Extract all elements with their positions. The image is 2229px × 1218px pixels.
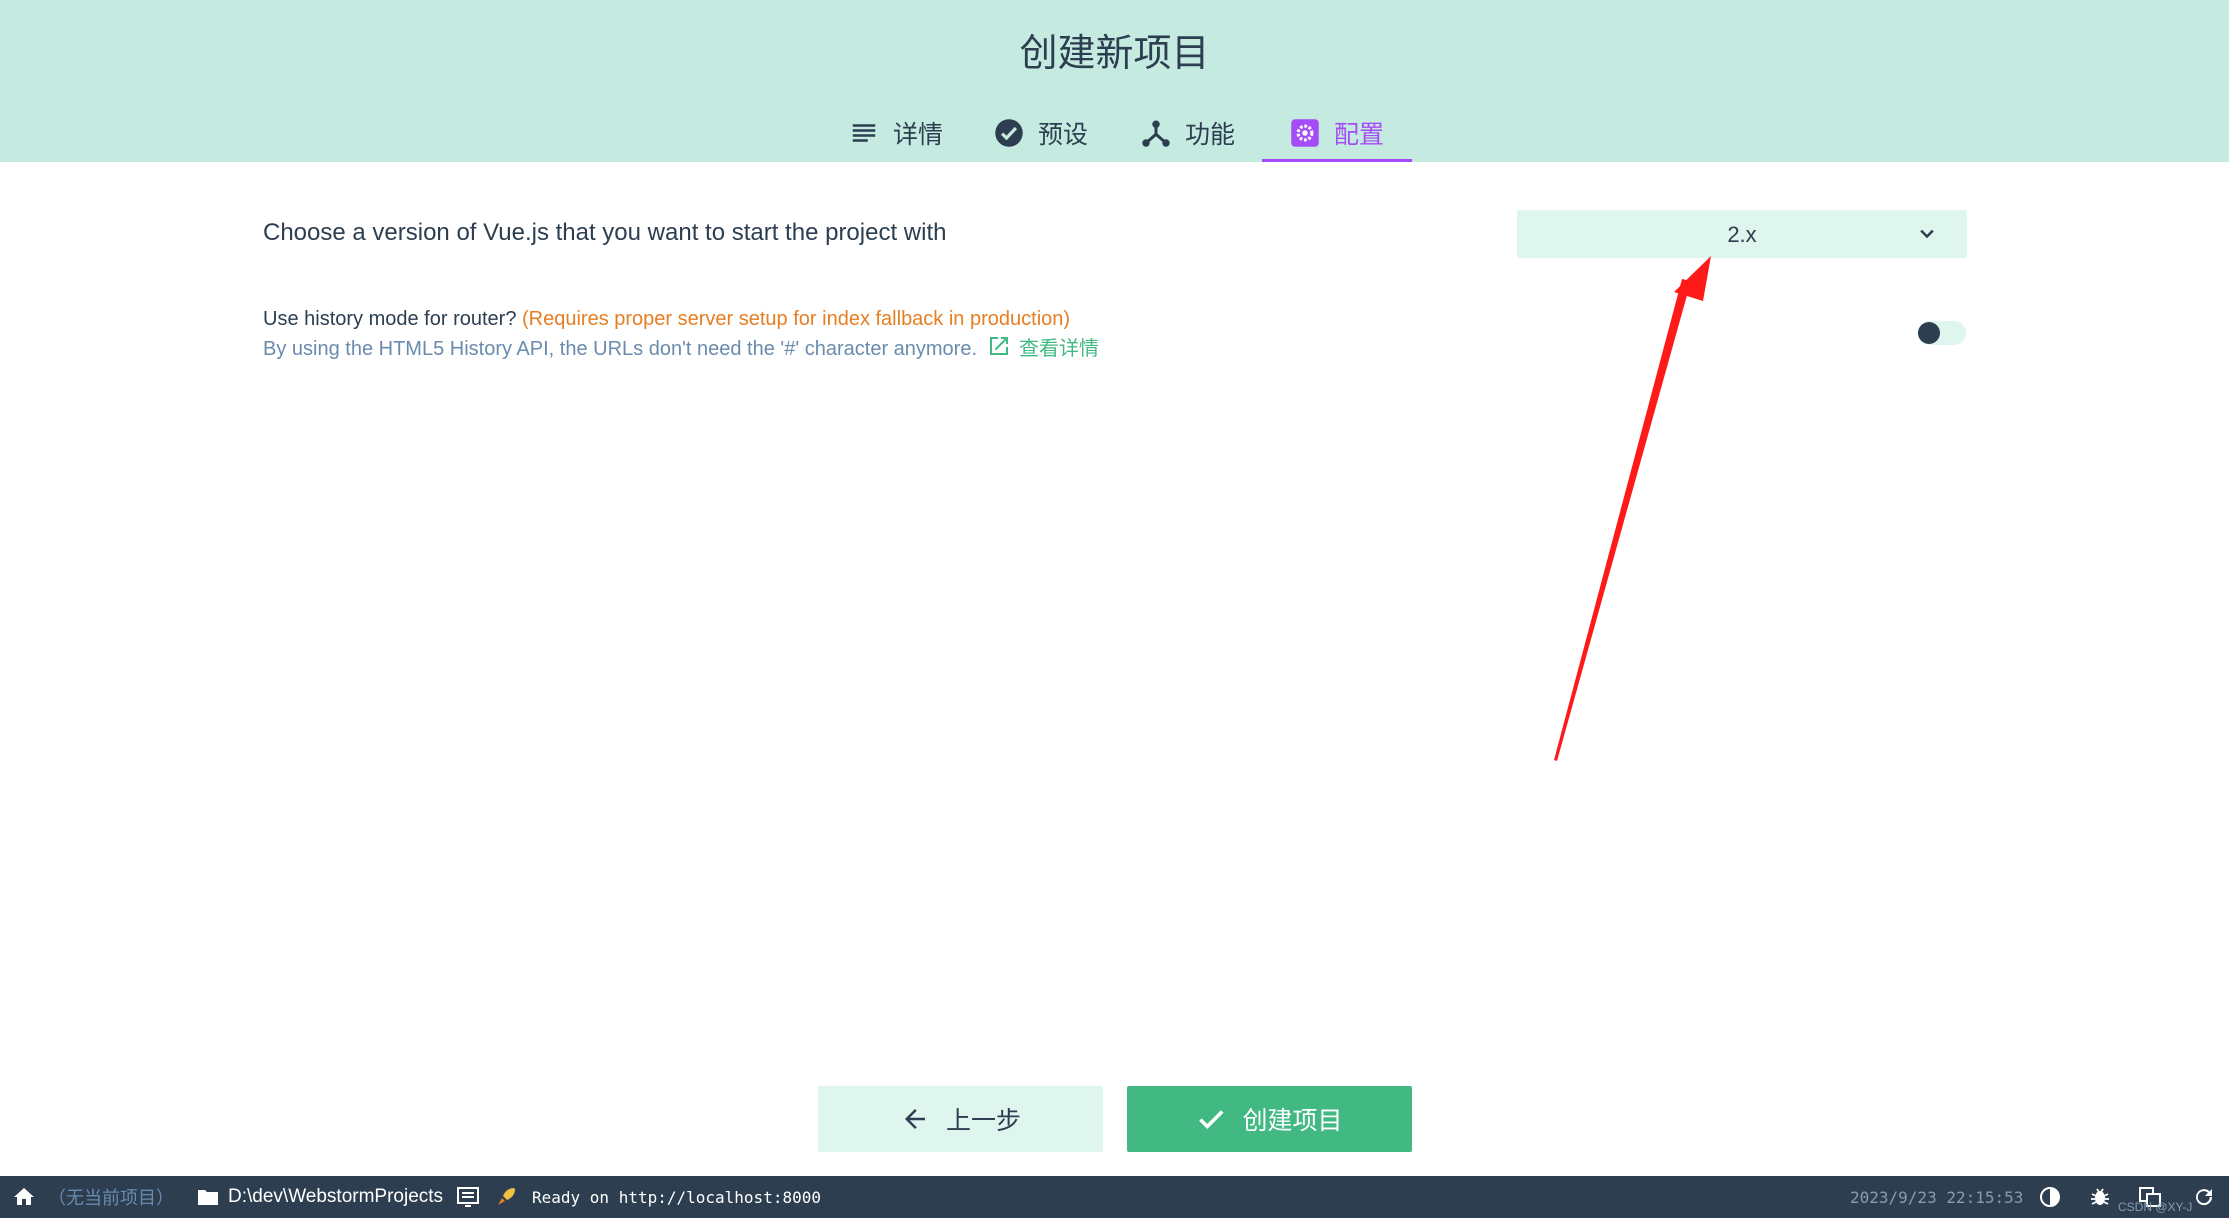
tab-features[interactable]: 功能 [1141, 104, 1235, 162]
refresh-button[interactable] [2192, 1176, 2216, 1218]
tab-features-label: 功能 [1185, 120, 1236, 149]
console-icon [457, 1187, 479, 1207]
contrast-icon [2040, 1187, 2060, 1207]
datetime-display: 2023/9/23 22:15:53 [1850, 1187, 2024, 1207]
vue-version-select[interactable]: 2.x [1517, 210, 1967, 258]
cwd-button[interactable]: D:\dev\WebstormProjects [196, 1176, 443, 1218]
report-bug-button[interactable] [2088, 1176, 2112, 1218]
tab-presets[interactable]: 预设 [994, 104, 1088, 162]
previous-step-label: 上一步 [945, 1106, 1021, 1135]
vue-version-label: Choose a version of Vue.js that you want… [263, 219, 947, 246]
tab-presets-label: 预设 [1038, 120, 1089, 149]
tab-details-label: 详情 [893, 120, 944, 149]
cwd-path: D:\dev\WebstormProjects [228, 1186, 444, 1207]
log-status[interactable]: Ready on http://localhost:8000 [456, 1176, 821, 1218]
fork-icon [1142, 120, 1170, 147]
external-link-icon [990, 337, 1009, 355]
check-icon [1199, 1110, 1224, 1129]
history-mode-warning: (Requires proper server setup for index … [522, 308, 1071, 330]
chevron-down-icon [1920, 229, 1934, 239]
rocket-icon [498, 1188, 515, 1205]
tab-config-label: 配置 [1334, 120, 1385, 149]
history-mode-option: Use history mode for router? (Requires p… [263, 304, 1099, 364]
tab-details[interactable]: 详情 [849, 104, 943, 162]
page-title: 创建新项目 [1019, 31, 1210, 75]
gear-box-icon [1291, 119, 1319, 147]
toggle-knob [1918, 322, 1940, 344]
annotation-arrow [1554, 256, 1711, 761]
folder-icon [198, 1190, 218, 1205]
refresh-icon [2196, 1189, 2213, 1206]
create-project-label: 创建项目 [1242, 1106, 1343, 1135]
page-header: 创建新项目 详情 预设 功能 配置 [0, 0, 2229, 162]
history-mode-description: By using the HTML5 History API, the URLs… [263, 338, 978, 360]
tab-config[interactable]: 配置 [1261, 104, 1413, 162]
list-icon [852, 124, 876, 142]
history-mode-toggle[interactable] [1918, 321, 1966, 345]
bug-icon [2091, 1188, 2109, 1205]
watermark: CSDN @XY-J [2118, 1200, 2193, 1214]
create-project-page: 创建新项目 详情 预设 功能 配置 Choose a version of Vu… [0, 0, 2229, 1218]
history-mode-question: Use history mode for router? [263, 308, 517, 330]
previous-step-button[interactable]: 上一步 [818, 1086, 1103, 1152]
create-project-button[interactable]: 创建项目 [1127, 1086, 1412, 1152]
more-info-link[interactable]: 查看详情 [1019, 338, 1099, 360]
check-circle-icon [995, 119, 1023, 147]
home-icon [14, 1188, 34, 1205]
home-button[interactable] [12, 1176, 36, 1218]
dark-mode-button[interactable] [2038, 1176, 2062, 1218]
status-bar: （无当前项目） D:\dev\WebstormProjects Ready on… [0, 1176, 2229, 1218]
current-project-status[interactable]: （无当前项目） [48, 1176, 174, 1218]
log-message: Ready on http://localhost:8000 [532, 1187, 821, 1207]
arrow-left-icon [904, 1109, 925, 1129]
vue-version-value: 2.x [1727, 222, 1757, 247]
step-tabs: 详情 预设 功能 配置 [0, 104, 2229, 162]
